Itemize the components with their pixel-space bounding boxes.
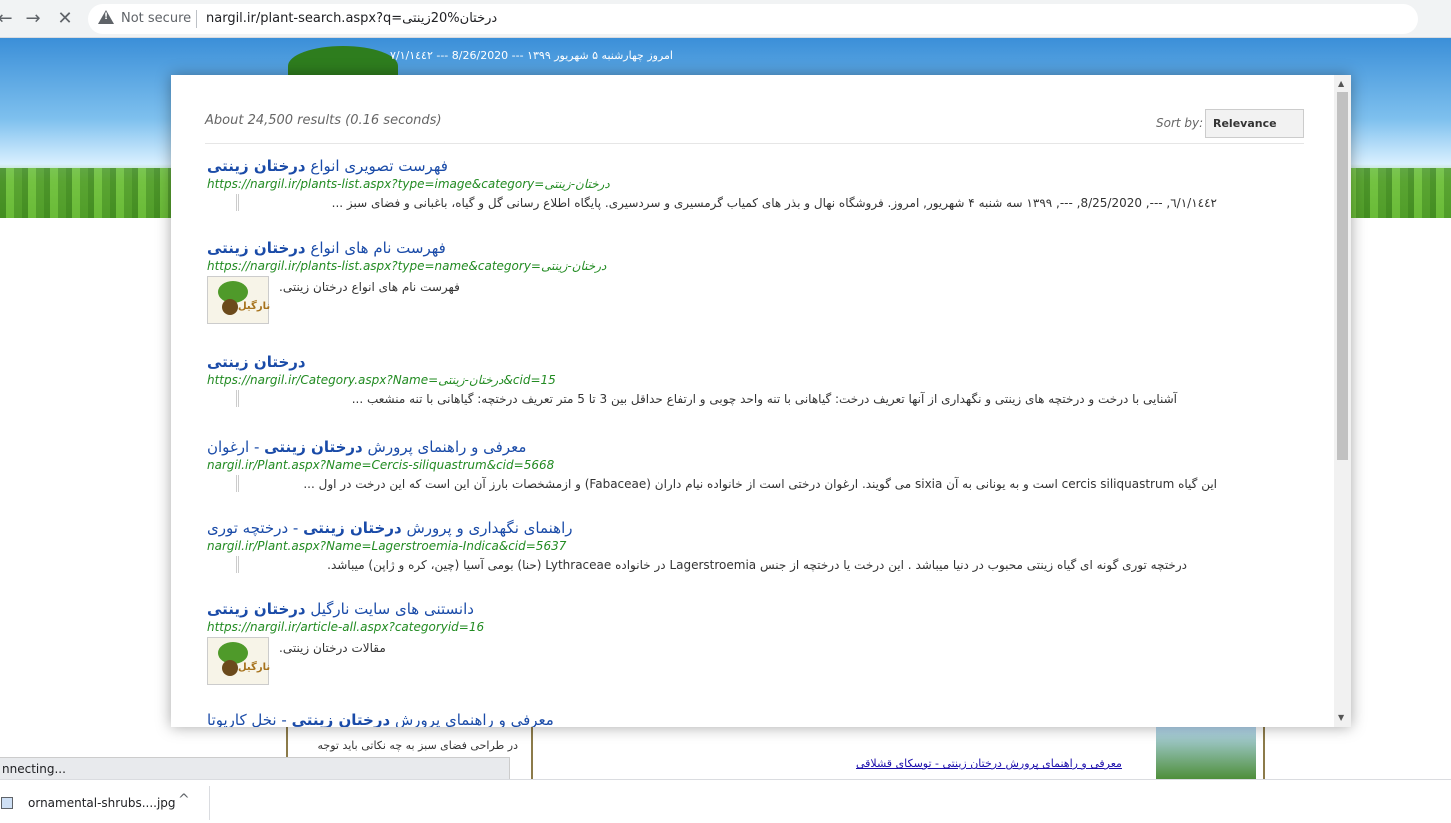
logo-text: نارگیل — [238, 301, 271, 312]
result-url: https://nargil.ir/article-all.aspx?categ… — [207, 620, 485, 634]
not-secure-label[interactable]: Not secure — [121, 11, 191, 26]
article-teaser[interactable]: در طراحی فضای سبز به چه نکاتی باید توجه — [308, 739, 518, 752]
search-result: فهرست تصویری انواع درختان زینتی https://… — [207, 157, 1217, 214]
address-bar[interactable]: Not secure nargil.ir/plant-search.aspx?q… — [88, 4, 1418, 34]
warning-icon[interactable] — [98, 10, 114, 24]
result-url: https://nargil.ir/Category.aspx?Name=درخ… — [207, 373, 556, 387]
page-left-margin — [0, 218, 170, 778]
title-text: دانستنی های سایت نارگیل — [305, 600, 474, 618]
result-title-link[interactable]: دانستنی های سایت نارگیل درختان زینتی — [207, 600, 1217, 618]
column-divider — [531, 727, 533, 779]
snippet-marker — [236, 194, 239, 211]
search-result: معرفی و راهنمای پرورش درختان زینتی - نخل… — [207, 711, 1217, 727]
page-right-margin — [1352, 218, 1451, 778]
search-results-modal: About 24,500 results (0.16 seconds) Sort… — [171, 75, 1351, 727]
result-title-link[interactable]: فهرست نام های انواع درختان زینتی — [207, 239, 1217, 257]
coconut-icon — [222, 299, 238, 315]
title-keyword: درختان زینتی — [207, 157, 306, 175]
nargil-logo-thumbnail[interactable]: نارگیل — [207, 276, 271, 324]
result-snippet: این گیاه cercis siliquastrum است و به یو… — [207, 475, 1217, 495]
search-result: راهنمای نگهداری و پرورش درختان زینتی - د… — [207, 519, 1217, 576]
tree-thumbnail[interactable] — [1156, 727, 1256, 779]
title-text: معرفی و راهنمای پرورش — [362, 438, 527, 456]
result-url: nargil.ir/Plant.aspx?Name=Cercis-siliqua… — [207, 458, 555, 472]
scrollbar-thumb[interactable] — [1337, 92, 1348, 460]
result-title-link[interactable]: معرفی و راهنمای پرورش درختان زینتی - نخل… — [207, 711, 1217, 727]
scroll-up-icon[interactable]: ▲ — [1338, 79, 1344, 88]
result-snippet: آشنایی با درخت و درختچه های زینتی و نگهد… — [207, 390, 1217, 410]
result-snippet: درختچه توری گونه ای گیاه زینتی محبوب در … — [207, 556, 1217, 576]
download-separator — [209, 786, 210, 820]
download-bar: ornamental-shrubs....jpg ^ — [0, 779, 1451, 823]
sort-label: Sort by: — [1156, 116, 1204, 130]
result-url: https://nargil.ir/plants-list.aspx?type=… — [207, 259, 607, 273]
title-keyword: درختان زینتی — [207, 239, 306, 257]
image-file-icon[interactable] — [1, 797, 13, 809]
date-line: امروز چهارشنبه ۵ شهریور ۱۳۹۹ --- 8/26/20… — [390, 49, 673, 62]
snippet-text: فهرست نام های انواع درختان زینتی. — [279, 280, 460, 294]
result-title-link[interactable]: راهنمای نگهداری و پرورش درختان زینتی - د… — [207, 519, 1217, 537]
status-bubble: nnecting... — [0, 757, 510, 779]
snippet-text: درختچه توری گونه ای گیاه زینتی محبوب در … — [327, 558, 1187, 572]
browser-toolbar: ← → ✕ Not secure nargil.ir/plant-search.… — [0, 0, 1451, 38]
result-title-link[interactable]: معرفی و راهنمای پرورش درختان زینتی - ارغ… — [207, 438, 1217, 456]
title-keyword: درختان زینتی — [291, 711, 391, 727]
logo-text: نارگیل — [238, 662, 271, 673]
search-result: دانستنی های سایت نارگیل درختان زینتی htt… — [207, 600, 1217, 689]
column-divider — [1263, 727, 1265, 779]
snippet-marker — [236, 390, 239, 407]
address-separator — [196, 10, 197, 28]
title-keyword: درختان زینتی — [264, 438, 363, 456]
snippet-marker — [236, 556, 239, 573]
title-keyword: درختان زینتی — [207, 353, 306, 371]
result-snippet: ٦/١/١٤٤٢, ---, 8/25/2020, ---, ۱۳۹۹ سه ش… — [207, 194, 1217, 214]
stop-loading-icon[interactable]: ✕ — [54, 8, 76, 30]
sort-dropdown[interactable]: Relevance — [1205, 109, 1304, 138]
article-link[interactable]: معرفی و راهنمای پرورش درختان زینتی - توس… — [856, 757, 1122, 770]
result-snippet: نارگیل فهرست نام های انواع درختان زینتی. — [207, 276, 1217, 328]
result-url: nargil.ir/Plant.aspx?Name=Lagerstroemia-… — [207, 539, 567, 553]
result-title-link[interactable]: فهرست تصویری انواع درختان زینتی — [207, 157, 1217, 175]
title-suffix: - ارغوان — [207, 438, 265, 456]
snippet-text: آشنایی با درخت و درختچه های زینتی و نگهد… — [351, 392, 1177, 406]
url-text[interactable]: nargil.ir/plant-search.aspx?q=درختان%20ز… — [206, 11, 497, 26]
result-url: https://nargil.ir/plants-list.aspx?type=… — [207, 177, 610, 191]
title-text: فهرست تصویری انواع — [305, 157, 448, 175]
back-arrow-icon[interactable]: ← — [0, 8, 16, 30]
snippet-text: ٦/١/١٤٤٢, ---, 8/25/2020, ---, ۱۳۹۹ سه ش… — [331, 196, 1217, 210]
search-result: معرفی و راهنمای پرورش درختان زینتی - ارغ… — [207, 438, 1217, 495]
download-file-name[interactable]: ornamental-shrubs....jpg — [28, 796, 176, 810]
snippet-text: مقالات درختان زینتی. — [279, 641, 386, 655]
title-text: راهنمای نگهداری و پرورش — [401, 519, 573, 537]
title-keyword: درختان زینتی — [303, 519, 402, 537]
result-snippet: نارگیل مقالات درختان زینتی. — [207, 637, 1217, 689]
scroll-down-icon[interactable]: ▼ — [1338, 713, 1344, 722]
forward-arrow-icon[interactable]: → — [22, 8, 44, 30]
title-text: فهرست نام های انواع — [305, 239, 446, 257]
title-text: معرفی و راهنمای پرورش — [390, 711, 554, 727]
title-suffix: - درختچه توری — [207, 519, 304, 537]
snippet-text: این گیاه cercis siliquastrum است و به یو… — [303, 477, 1217, 491]
nargil-logo-thumbnail[interactable]: نارگیل — [207, 637, 271, 685]
title-suffix: - نخل کاریوتا — [207, 711, 292, 727]
modal-scrollbar[interactable]: ▲ ▼ — [1334, 75, 1351, 727]
search-result: درختان زینتی https://nargil.ir/Category.… — [207, 353, 1217, 410]
title-keyword: درختان زینتی — [207, 600, 306, 618]
search-result: فهرست نام های انواع درختان زینتی https:/… — [207, 239, 1217, 328]
chevron-up-icon[interactable]: ^ — [178, 792, 190, 808]
results-count: About 24,500 results (0.16 seconds) — [205, 113, 442, 128]
coconut-icon — [222, 660, 238, 676]
divider — [205, 143, 1304, 144]
result-title-link[interactable]: درختان زینتی — [207, 353, 1217, 371]
snippet-marker — [236, 475, 239, 492]
